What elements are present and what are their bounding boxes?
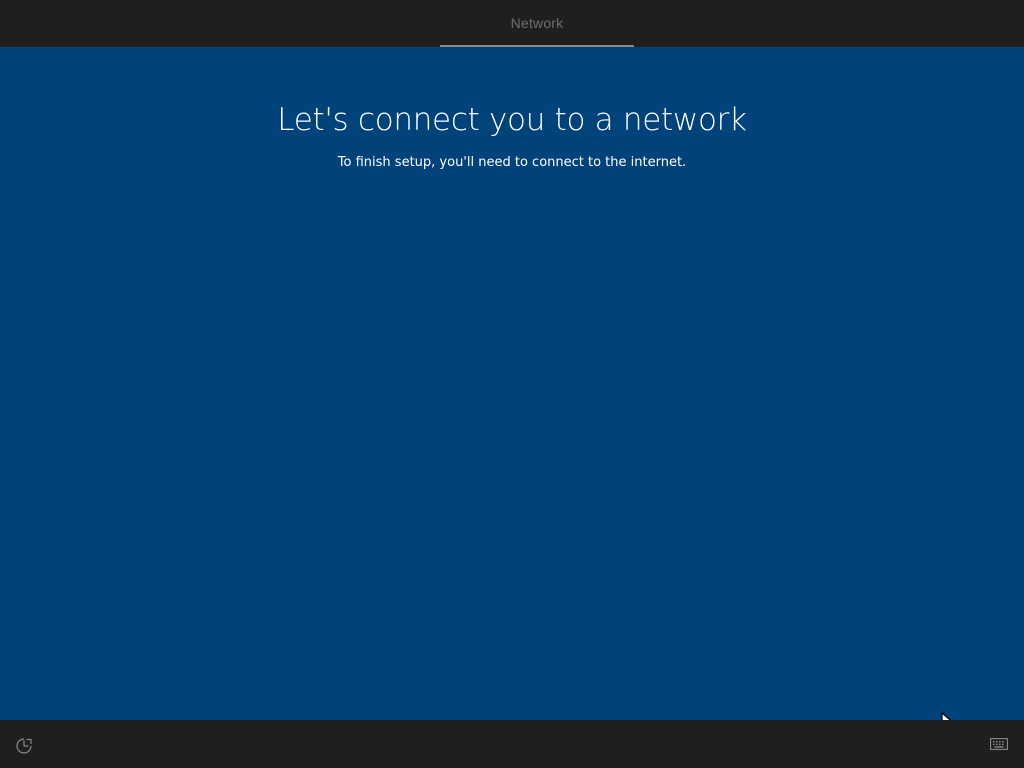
oobe-screen: Network Let's connect you to a network T… (0, 0, 1024, 768)
tab-network: Network (440, 0, 634, 47)
top-bar: Network (0, 0, 1024, 47)
tab-network-label: Network (510, 14, 564, 31)
ease-of-access-icon[interactable] (14, 736, 34, 756)
main-panel: Let's connect you to a network To finish… (0, 47, 1024, 733)
page-title: Let's connect you to a network (277, 102, 747, 138)
page-subtitle: To finish setup, you'll need to connect … (337, 155, 687, 170)
keyboard-icon[interactable] (990, 738, 1008, 750)
bottom-bar (0, 720, 1024, 768)
